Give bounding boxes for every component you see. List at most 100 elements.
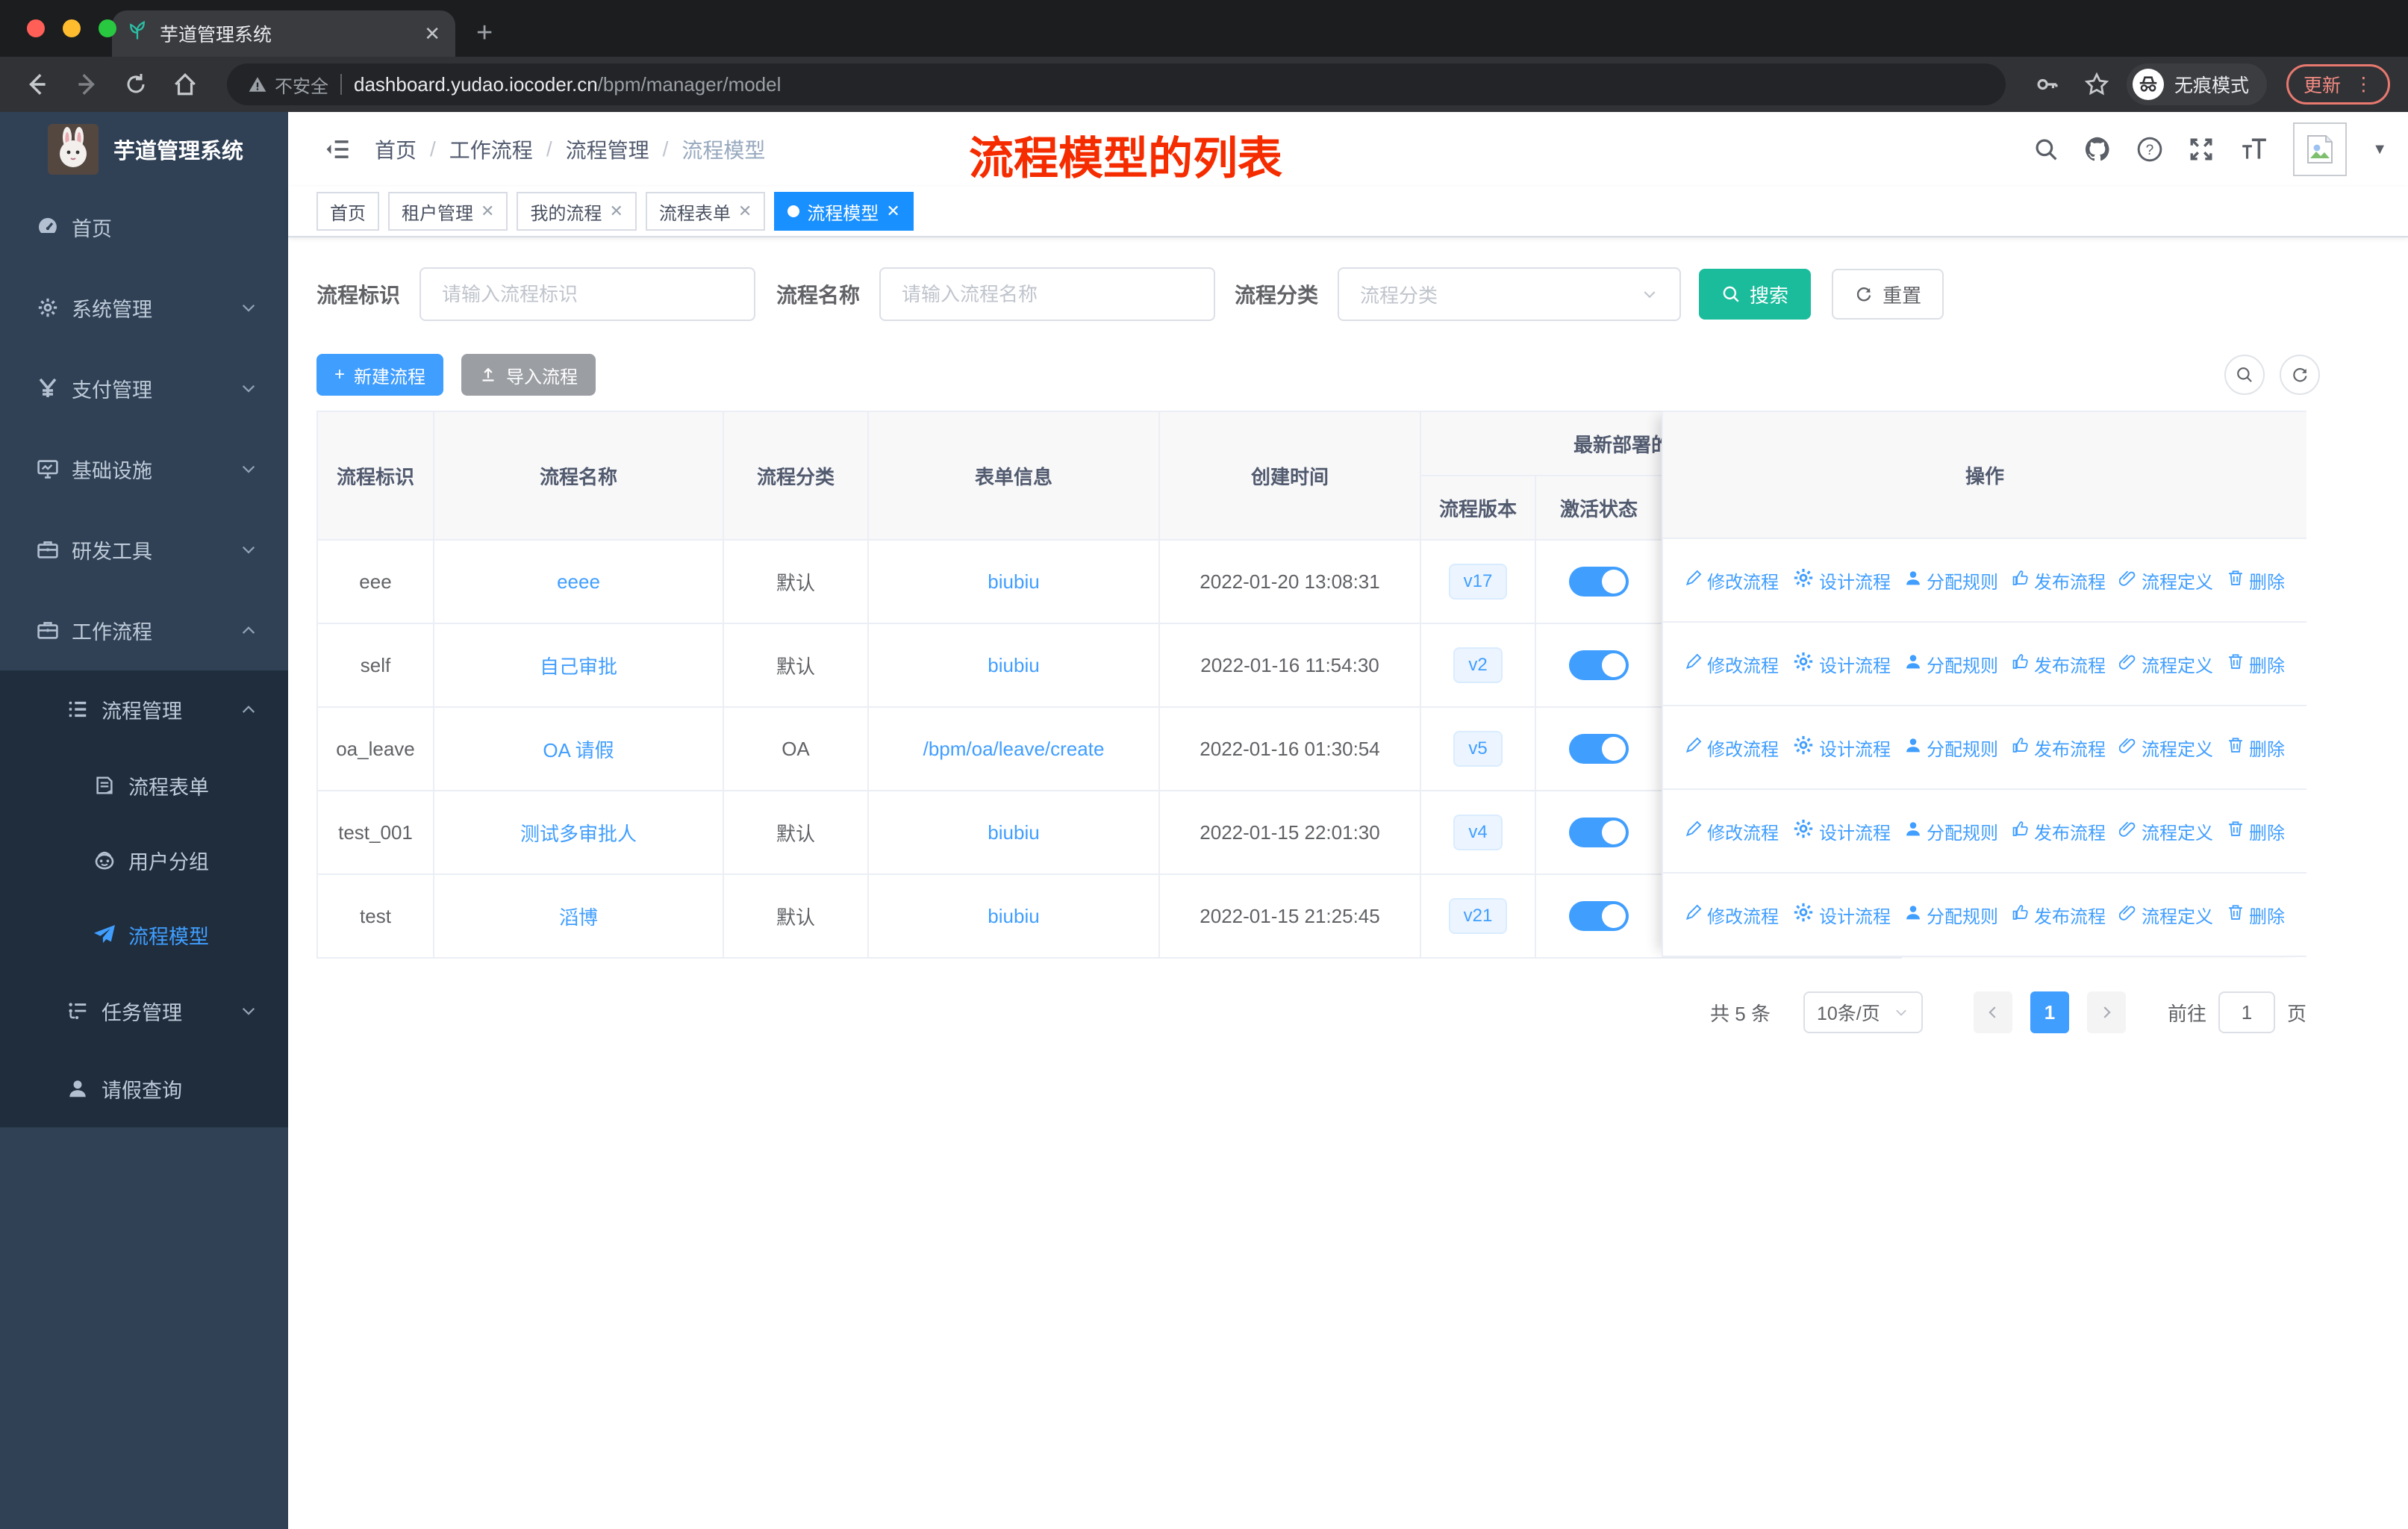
- breadcrumb-home[interactable]: 首页: [375, 134, 417, 164]
- tag-我的流程[interactable]: 我的流程 ✕: [517, 192, 637, 231]
- sidebar-item-infrastructure[interactable]: 基础设施: [0, 429, 288, 509]
- tag-流程模型[interactable]: 流程模型 ✕: [774, 192, 914, 231]
- collapse-sidebar-icon[interactable]: [324, 136, 351, 163]
- process-definition-button[interactable]: 流程定义: [2118, 735, 2213, 761]
- publish-process-button[interactable]: 发布流程: [2012, 818, 2106, 844]
- tag-close-icon[interactable]: ✕: [738, 202, 752, 221]
- sidebar-item-process-management[interactable]: 流程管理: [0, 670, 288, 748]
- browser-menu-icon[interactable]: ⋮: [2354, 73, 2373, 96]
- process-definition-button[interactable]: 流程定义: [2118, 818, 2213, 844]
- edit-process-button[interactable]: 修改流程: [1685, 651, 1779, 677]
- create-process-button[interactable]: + 新建流程: [316, 354, 444, 396]
- update-button[interactable]: 更新 ⋮: [2286, 64, 2390, 105]
- sidebar-item-workflow[interactable]: 工作流程: [0, 590, 288, 670]
- design-process-button[interactable]: 设计流程: [1792, 734, 1891, 762]
- home-icon[interactable]: [166, 65, 205, 104]
- design-process-button[interactable]: 设计流程: [1792, 818, 1891, 845]
- search-button[interactable]: 搜索: [1699, 269, 1812, 320]
- edit-process-button[interactable]: 修改流程: [1685, 902, 1779, 928]
- tag-close-icon[interactable]: ✕: [609, 202, 623, 221]
- key-icon[interactable]: [2028, 65, 2067, 104]
- fullscreen-icon[interactable]: [2189, 137, 2214, 162]
- delete-button[interactable]: 删除: [2227, 902, 2285, 928]
- breadcrumb-process-management[interactable]: 流程管理: [566, 134, 649, 164]
- sidebar-item-system-management[interactable]: 系统管理: [0, 267, 288, 348]
- filter-category-select[interactable]: 流程分类: [1338, 267, 1682, 321]
- next-page-button[interactable]: [2086, 991, 2126, 1033]
- page-size-select[interactable]: 10条/页: [1803, 991, 1923, 1033]
- goto-page-input[interactable]: [2218, 991, 2275, 1033]
- browser-tab[interactable]: 芋道管理系统 ✕: [112, 10, 455, 57]
- process-name-link[interactable]: 滔博: [559, 906, 598, 929]
- url-bar[interactable]: 不安全 dashboard.yudao.iocoder.cn/bpm/manag…: [227, 63, 2006, 105]
- publish-process-button[interactable]: 发布流程: [2012, 902, 2106, 928]
- sidebar-logo-row[interactable]: 芋道管理系统: [0, 112, 288, 187]
- search-icon[interactable]: [2033, 137, 2059, 162]
- current-page-button[interactable]: 1: [2030, 991, 2069, 1033]
- sidebar-item-home[interactable]: 首页: [0, 187, 288, 267]
- process-definition-button[interactable]: 流程定义: [2118, 902, 2213, 928]
- form-info-link[interactable]: biubiu: [988, 821, 1039, 844]
- assign-rule-button[interactable]: 分配规则: [1904, 567, 1998, 594]
- prev-page-button[interactable]: [1973, 991, 2012, 1033]
- tab-close-icon[interactable]: ✕: [424, 22, 440, 46]
- form-info-link[interactable]: biubiu: [988, 570, 1039, 593]
- bookmark-star-icon[interactable]: [2077, 65, 2116, 104]
- minimize-window-button[interactable]: [63, 19, 81, 37]
- tag-首页[interactable]: 首页: [316, 192, 379, 231]
- filter-id-input[interactable]: [419, 267, 756, 321]
- avatar-caret-down-icon[interactable]: ▼: [2372, 141, 2387, 158]
- toggle-search-button[interactable]: [2224, 355, 2265, 395]
- github-icon[interactable]: [2084, 136, 2111, 163]
- process-name-link[interactable]: OA 请假: [543, 739, 614, 762]
- sidebar-item-dev-tools[interactable]: 研发工具: [0, 509, 288, 590]
- active-toggle[interactable]: [1569, 734, 1629, 764]
- help-icon[interactable]: ?: [2136, 136, 2163, 163]
- design-process-button[interactable]: 设计流程: [1792, 567, 1891, 594]
- active-toggle[interactable]: [1569, 901, 1629, 931]
- design-process-button[interactable]: 设计流程: [1792, 650, 1891, 678]
- publish-process-button[interactable]: 发布流程: [2012, 651, 2106, 677]
- refresh-button[interactable]: [2280, 355, 2320, 395]
- active-toggle[interactable]: [1569, 650, 1629, 680]
- active-toggle[interactable]: [1569, 818, 1629, 847]
- user-avatar[interactable]: [2293, 122, 2348, 176]
- tag-租户管理[interactable]: 租户管理 ✕: [388, 192, 508, 231]
- edit-process-button[interactable]: 修改流程: [1685, 818, 1779, 844]
- sidebar-item-leave-query[interactable]: 请假查询: [0, 1050, 288, 1127]
- form-info-link[interactable]: biubiu: [988, 654, 1039, 676]
- sidebar-item-process-model[interactable]: 流程模型: [0, 897, 288, 972]
- breadcrumb-workflow[interactable]: 工作流程: [449, 134, 533, 164]
- reset-button[interactable]: 重置: [1832, 269, 1944, 320]
- process-name-link[interactable]: eeee: [557, 570, 600, 593]
- filter-name-input[interactable]: [879, 267, 1216, 321]
- delete-button[interactable]: 删除: [2227, 735, 2285, 761]
- traffic-lights[interactable]: [27, 19, 116, 37]
- process-definition-button[interactable]: 流程定义: [2118, 651, 2213, 677]
- back-icon[interactable]: [18, 65, 57, 104]
- design-process-button[interactable]: 设计流程: [1792, 901, 1891, 929]
- process-name-link[interactable]: 测试多审批人: [520, 823, 637, 845]
- process-name-link[interactable]: 自己审批: [540, 655, 617, 678]
- delete-button[interactable]: 删除: [2227, 651, 2285, 677]
- sidebar-item-process-form[interactable]: 流程表单: [0, 748, 288, 823]
- tag-close-icon[interactable]: ✕: [481, 202, 494, 221]
- tag-流程表单[interactable]: 流程表单 ✕: [645, 192, 766, 231]
- reload-icon[interactable]: [116, 65, 155, 104]
- process-definition-button[interactable]: 流程定义: [2118, 567, 2213, 594]
- publish-process-button[interactable]: 发布流程: [2012, 567, 2106, 594]
- not-secure-warning-icon[interactable]: 不安全: [248, 72, 328, 98]
- form-info-link[interactable]: biubiu: [988, 905, 1039, 927]
- delete-button[interactable]: 删除: [2227, 818, 2285, 844]
- zoom-window-button[interactable]: [99, 19, 116, 37]
- tag-close-icon[interactable]: ✕: [886, 202, 899, 221]
- new-tab-button[interactable]: +: [476, 17, 493, 57]
- edit-process-button[interactable]: 修改流程: [1685, 735, 1779, 761]
- assign-rule-button[interactable]: 分配规则: [1904, 902, 1998, 928]
- publish-process-button[interactable]: 发布流程: [2012, 735, 2106, 761]
- sidebar-item-payment-management[interactable]: 支付管理: [0, 348, 288, 429]
- font-size-icon[interactable]: [2239, 137, 2268, 162]
- form-info-link[interactable]: /bpm/oa/leave/create: [923, 738, 1105, 760]
- delete-button[interactable]: 删除: [2227, 567, 2285, 594]
- import-process-button[interactable]: 导入流程: [461, 354, 596, 396]
